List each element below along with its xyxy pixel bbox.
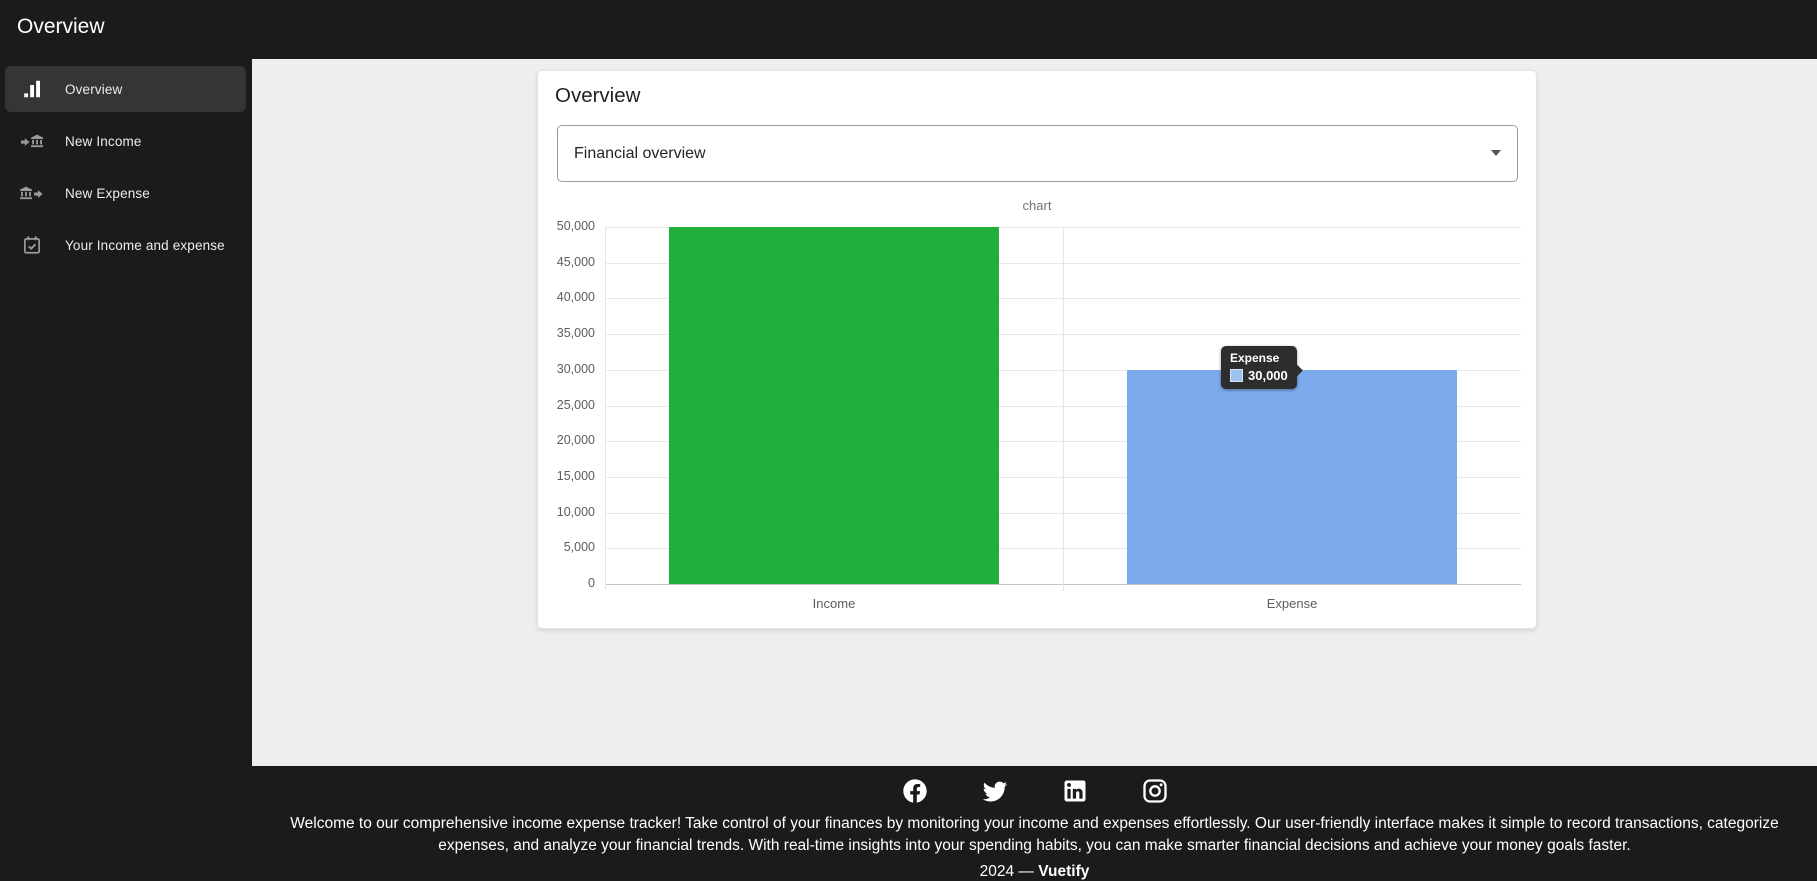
sidebar-item-label: Your Income and expense bbox=[65, 238, 225, 253]
gridline-vertical bbox=[1063, 227, 1064, 591]
chart-title: chart bbox=[538, 198, 1536, 213]
sidebar-item-new-income[interactable]: New Income bbox=[5, 118, 246, 164]
chart-tooltip: Expense 30,000 bbox=[1221, 346, 1297, 389]
instagram-button[interactable] bbox=[1141, 777, 1169, 805]
instagram-icon bbox=[1141, 777, 1169, 805]
y-axis-label: 50,000 bbox=[517, 219, 595, 233]
y-axis-label: 45,000 bbox=[517, 255, 595, 269]
sidebar-item-new-expense[interactable]: New Expense bbox=[5, 170, 246, 216]
sidebar-item-label: New Expense bbox=[65, 186, 150, 201]
bank-transfer-in-icon bbox=[20, 129, 44, 153]
overview-card: Overview Financial overview chart 05,000… bbox=[537, 70, 1537, 629]
twitter-button[interactable] bbox=[981, 777, 1009, 805]
tooltip-value: 30,000 bbox=[1248, 368, 1288, 383]
chevron-down-icon bbox=[1491, 150, 1501, 156]
select-value: Financial overview bbox=[574, 145, 706, 163]
y-axis-label: 25,000 bbox=[517, 398, 595, 412]
x-axis-label: Expense bbox=[1267, 596, 1318, 611]
sidebar-item-label: New Income bbox=[65, 134, 142, 149]
sidebar-item-income-expense[interactable]: Your Income and expense bbox=[5, 222, 246, 268]
bar-chart-icon bbox=[20, 77, 44, 101]
facebook-icon bbox=[901, 777, 929, 805]
card-title: Overview bbox=[555, 84, 640, 108]
bar-income[interactable] bbox=[669, 227, 999, 584]
app-title: Overview bbox=[17, 15, 105, 39]
x-axis-label: Income bbox=[813, 596, 856, 611]
facebook-button[interactable] bbox=[901, 777, 929, 805]
brand-name: Vuetify bbox=[1038, 863, 1089, 880]
y-axis-label: 40,000 bbox=[517, 290, 595, 304]
y-axis-label: 35,000 bbox=[517, 326, 595, 340]
y-axis-label: 30,000 bbox=[517, 362, 595, 376]
twitter-icon bbox=[981, 777, 1009, 805]
app-bar: Overview bbox=[0, 0, 1817, 59]
y-axis-label: 10,000 bbox=[517, 505, 595, 519]
chart-plot: 05,00010,00015,00020,00025,00030,00035,0… bbox=[605, 227, 1521, 584]
bar-expense[interactable] bbox=[1127, 370, 1457, 584]
footer: Welcome to our comprehensive income expe… bbox=[0, 766, 1817, 881]
gridline-vertical bbox=[605, 227, 606, 591]
footer-copyright: 2024 — Vuetify bbox=[252, 863, 1817, 881]
copyright-year: 2024 — bbox=[980, 863, 1039, 880]
calendar-check-icon bbox=[20, 233, 44, 257]
linkedin-icon bbox=[1061, 777, 1089, 805]
sidebar-item-label: Overview bbox=[65, 82, 122, 97]
tooltip-swatch bbox=[1230, 369, 1243, 382]
sidebar: Overview New Income New Expense bbox=[0, 59, 252, 881]
tooltip-category: Expense bbox=[1230, 351, 1288, 365]
y-axis-label: 5,000 bbox=[517, 540, 595, 554]
y-axis-label: 15,000 bbox=[517, 469, 595, 483]
main-content: Overview Financial overview chart 05,000… bbox=[252, 59, 1817, 766]
y-axis-label: 0 bbox=[517, 576, 595, 590]
footer-about: Welcome to our comprehensive income expe… bbox=[265, 813, 1805, 856]
sidebar-item-overview[interactable]: Overview bbox=[5, 66, 246, 112]
y-axis-label: 20,000 bbox=[517, 433, 595, 447]
linkedin-button[interactable] bbox=[1061, 777, 1089, 805]
social-links bbox=[252, 777, 1817, 805]
financial-overview-select[interactable]: Financial overview bbox=[557, 125, 1518, 182]
bank-transfer-out-icon bbox=[20, 181, 44, 205]
